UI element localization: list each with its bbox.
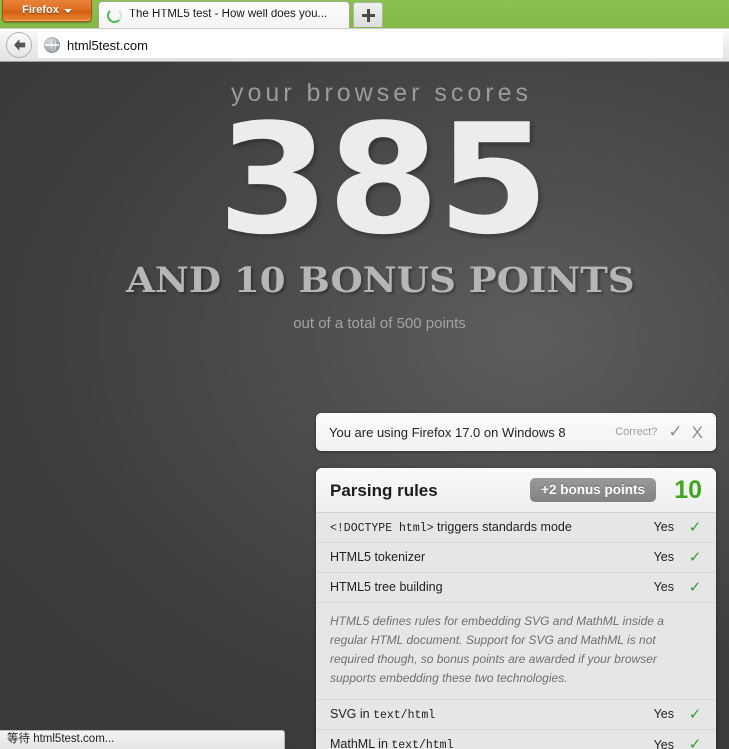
browser-detection-text: You are using Firefox 17.0 on Windows 8 bbox=[329, 424, 566, 440]
correct-prompt-label: Correct? bbox=[615, 425, 658, 438]
bonus-points-badge: +2 bonus points bbox=[530, 477, 656, 503]
firefox-app-menu-button[interactable]: Firefox bbox=[2, 0, 92, 22]
parsing-rules-card: Parsing rules +2 bonus points 10 <!DOCTY… bbox=[316, 468, 716, 749]
plus-icon bbox=[361, 8, 375, 22]
address-bar[interactable]: html5test.com bbox=[38, 32, 723, 58]
score-value: 385 bbox=[217, 90, 549, 268]
rule-value: Yes bbox=[653, 737, 674, 749]
cross-icon[interactable]: X bbox=[692, 424, 703, 441]
navigation-toolbar: html5test.com bbox=[0, 28, 729, 62]
status-bar-text: 等待 html5test.com... bbox=[7, 733, 115, 746]
rule-value: Yes bbox=[653, 520, 674, 535]
card-header: Parsing rules +2 bonus points 10 bbox=[316, 468, 716, 513]
page-content: your browser scores 385 AND 10 BONUS POI… bbox=[0, 62, 729, 749]
table-row: HTML5 tree building Yes ✓ bbox=[316, 573, 716, 603]
rule-label-code: text/html bbox=[373, 708, 436, 722]
rule-label-text: MathML in bbox=[330, 737, 392, 749]
check-icon: ✓ bbox=[688, 578, 702, 596]
rule-label: SVG in text/html bbox=[330, 706, 654, 722]
firefox-app-menu-label: Firefox bbox=[22, 4, 59, 16]
address-bar-url: html5test.com bbox=[67, 37, 148, 53]
rule-label: <!DOCTYPE html> triggers standards mode bbox=[330, 521, 654, 535]
browser-tab-title: The HTML5 test - How well does you... bbox=[129, 9, 328, 21]
rule-label-text: SVG in bbox=[330, 706, 374, 721]
globe-icon bbox=[44, 37, 60, 53]
card-score: 10 bbox=[674, 475, 702, 504]
chevron-down-icon bbox=[63, 8, 72, 13]
browser-chrome: Firefox The HTML5 test - How well does y… bbox=[0, 0, 729, 62]
rule-value: Yes bbox=[653, 707, 674, 722]
rule-label-code: text/html bbox=[391, 739, 454, 749]
rule-label: MathML in text/html bbox=[330, 738, 654, 749]
back-button[interactable] bbox=[6, 32, 32, 58]
new-tab-button[interactable] bbox=[353, 2, 383, 27]
table-row: HTML5 tokenizer Yes ✓ bbox=[316, 543, 716, 573]
rule-value: Yes bbox=[653, 580, 674, 595]
check-icon[interactable]: ✓ bbox=[668, 423, 682, 441]
card-note: HTML5 defines rules for embedding SVG an… bbox=[316, 603, 716, 700]
table-row: SVG in text/html Yes ✓ bbox=[316, 700, 716, 730]
rule-value: Yes bbox=[653, 550, 674, 565]
rule-label-code: <!DOCTYPE html> bbox=[330, 521, 434, 535]
card-title: Parsing rules bbox=[330, 480, 438, 500]
back-arrow-icon bbox=[13, 39, 25, 51]
browser-detection-bar: You are using Firefox 17.0 on Windows 8 … bbox=[316, 413, 716, 451]
browser-tab-active[interactable]: The HTML5 test - How well does you... bbox=[98, 1, 350, 28]
check-icon: ✓ bbox=[688, 704, 702, 723]
table-row: <!DOCTYPE html> triggers standards mode … bbox=[316, 513, 716, 543]
rule-label: HTML5 tokenizer bbox=[330, 550, 426, 565]
status-bar: 等待 html5test.com... bbox=[0, 730, 285, 749]
hero-section: your browser scores 385 AND 10 BONUS POI… bbox=[0, 62, 729, 333]
tab-strip: Firefox The HTML5 test - How well does y… bbox=[0, 0, 729, 28]
table-row: MathML in text/html Yes ✓ bbox=[316, 730, 716, 749]
rule-label: HTML5 tree building bbox=[330, 580, 443, 595]
check-icon: ✓ bbox=[688, 518, 702, 536]
rule-label-text: triggers standards mode bbox=[433, 519, 572, 534]
loading-spinner-icon bbox=[107, 7, 122, 23]
card-body: <!DOCTYPE html> triggers standards mode … bbox=[316, 513, 716, 749]
check-icon: ✓ bbox=[688, 735, 702, 749]
bonus-points-text: AND 10 BONUS POINTS bbox=[126, 260, 635, 302]
check-icon: ✓ bbox=[688, 548, 702, 566]
total-points-text: out of a total of 500 points bbox=[293, 315, 466, 333]
